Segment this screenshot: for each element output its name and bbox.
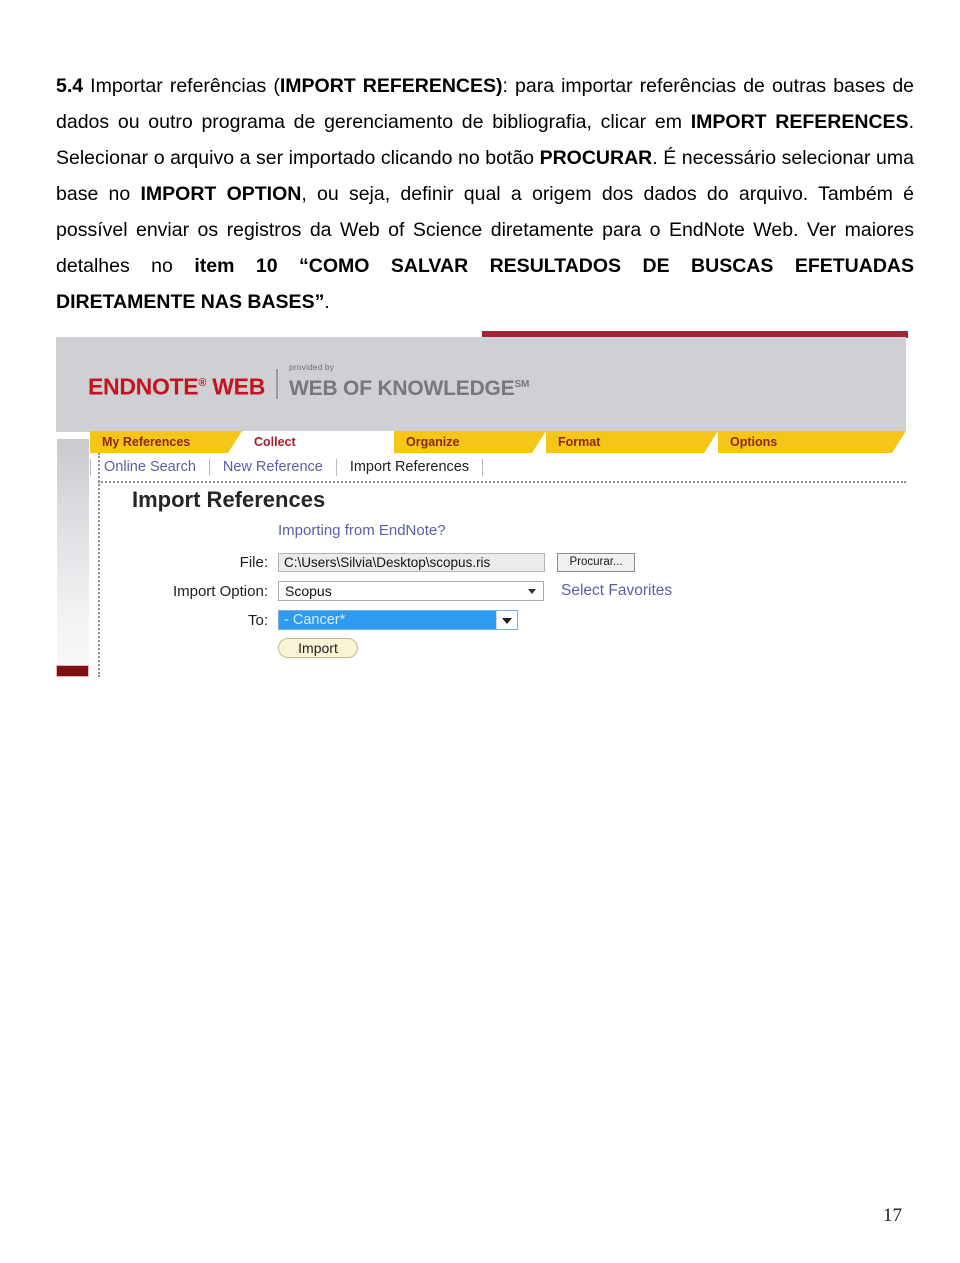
import-button[interactable]: Import xyxy=(278,638,358,658)
import-option-label: Import Option: xyxy=(172,582,268,600)
paragraph-run-11: . xyxy=(324,290,330,313)
subnav-item-online-search[interactable]: Online Search xyxy=(91,453,209,481)
panel-left-divider xyxy=(98,453,100,677)
to-label: To: xyxy=(247,611,268,629)
endnote-wordmark: ENDNOTE® WEB xyxy=(88,370,265,400)
import-references-panel: Import References Importing from EndNote… xyxy=(106,487,906,658)
tab-options[interactable]: Options xyxy=(718,431,906,453)
document-text-block: 5.4 Importar referências (IMPORT REFEREN… xyxy=(56,48,914,339)
left-rail-marker xyxy=(56,665,89,677)
subnav-separator xyxy=(482,458,484,476)
tab-label: My References xyxy=(102,435,191,449)
tab-organize[interactable]: Organize xyxy=(394,431,546,453)
file-path-input[interactable]: C:\Users\Silvia\Desktop\scopus.ris xyxy=(278,552,545,572)
wok-text: WEB OF KNOWLEDGE xyxy=(289,377,515,400)
subnav-bottom-divider xyxy=(98,481,906,483)
paragraph-run-1: Importar referências ( xyxy=(83,74,280,97)
endnote-web-logo: ENDNOTE® WEB provided by WEB OF KNOWLEDG… xyxy=(88,362,529,401)
import-option-select[interactable]: Scopus xyxy=(278,581,544,601)
tab-collect[interactable]: Collect xyxy=(242,431,394,453)
to-select-dropdown-button[interactable] xyxy=(496,611,517,629)
to-row: To: - Cancer* xyxy=(106,609,906,631)
logo-divider xyxy=(276,369,279,399)
sub-navigation-bar: Online Search New Reference Import Referen… xyxy=(90,453,906,481)
paragraph-run-8: IMPORT OPTION xyxy=(140,182,302,205)
service-mark-icon: SM xyxy=(514,379,530,390)
tab-label: Organize xyxy=(406,435,460,449)
import-option-selected-value: Scopus xyxy=(285,583,332,599)
file-row: File: C:\Users\Silvia\Desktop\scopus.ris… xyxy=(106,551,906,573)
browse-button[interactable]: Procurar... xyxy=(557,552,635,572)
registered-mark-icon: ® xyxy=(198,377,207,390)
paragraph-run-0: 5.4 xyxy=(56,74,84,97)
tab-label: Options xyxy=(730,435,778,449)
main-tab-bar: My References Collect Organize Format Option… xyxy=(56,431,906,453)
endnote-web-screenshot: ENDNOTE® WEB provided by WEB OF KNOWLEDG… xyxy=(56,331,908,679)
tab-label: Collect xyxy=(254,435,296,449)
web-of-knowledge-wordmark: WEB OF KNOWLEDGESM xyxy=(289,373,529,400)
chevron-down-icon xyxy=(528,589,536,594)
to-group-select[interactable]: - Cancer* xyxy=(278,610,518,630)
importing-from-endnote-link[interactable]: Importing from EndNote? xyxy=(278,521,906,541)
web-of-knowledge-lockup: provided by WEB OF KNOWLEDGESM xyxy=(289,362,529,401)
tab-my-references[interactable]: My References xyxy=(90,431,242,453)
endnote-web-suffix: WEB xyxy=(206,374,266,400)
file-label: File: xyxy=(239,553,268,571)
tab-format[interactable]: Format xyxy=(546,431,718,453)
subnav-item-new-reference[interactable]: New Reference xyxy=(210,453,336,481)
subnav-item-import-references[interactable]: Import References xyxy=(337,453,482,481)
tab-label: Format xyxy=(558,435,601,449)
page-title: Import References xyxy=(132,487,326,512)
brand-banner: ENDNOTE® WEB provided by WEB OF KNOWLEDG… xyxy=(56,337,906,432)
left-rail xyxy=(57,439,89,665)
provided-by-label: provided by xyxy=(289,362,335,372)
page-number: 17 xyxy=(883,1205,902,1226)
chevron-down-icon xyxy=(502,618,512,624)
paragraph-run-2: IMPORT REFERENCES) xyxy=(279,74,503,97)
paragraph-run-4: IMPORT REFERENCES xyxy=(690,110,909,133)
endnote-wordmark-text: ENDNOTE xyxy=(88,374,199,400)
paragraph-5-4: 5.4 Importar referências (IMPORT REFEREN… xyxy=(56,68,914,320)
to-selected-value: - Cancer* xyxy=(279,611,496,629)
import-option-row: Import Option: Scopus Select Favorites xyxy=(106,580,906,602)
select-favorites-link[interactable]: Select Favorites xyxy=(561,582,672,600)
paragraph-run-6: PROCURAR xyxy=(539,146,653,169)
